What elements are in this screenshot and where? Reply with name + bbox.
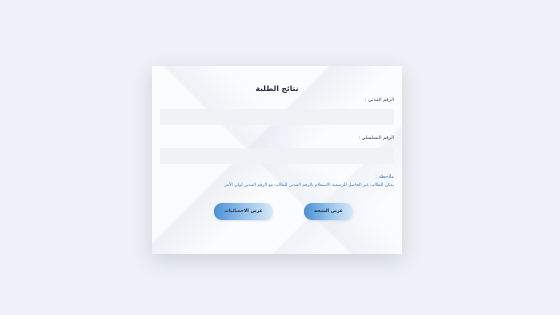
note-text: يمكن للطالب غير الحاصل للرسمية الاستعلام…: [224, 183, 394, 188]
note-title: ملاحظة :: [375, 174, 394, 180]
show-stats-button[interactable]: عرض الاحصائيات: [214, 203, 273, 220]
page-title: نتائج الطلبة: [255, 84, 299, 93]
student-results-card: نتائج الطلبة الرقم المدني : الرقم التسلس…: [152, 66, 402, 254]
show-result-button[interactable]: عرض النتيجة: [304, 203, 353, 220]
civil-id-input[interactable]: [160, 109, 394, 125]
seat-number-label: الرقم التسلسلي :: [358, 136, 394, 141]
seat-number-input[interactable]: [160, 148, 394, 164]
civil-id-label: الرقم المدني :: [364, 98, 394, 103]
